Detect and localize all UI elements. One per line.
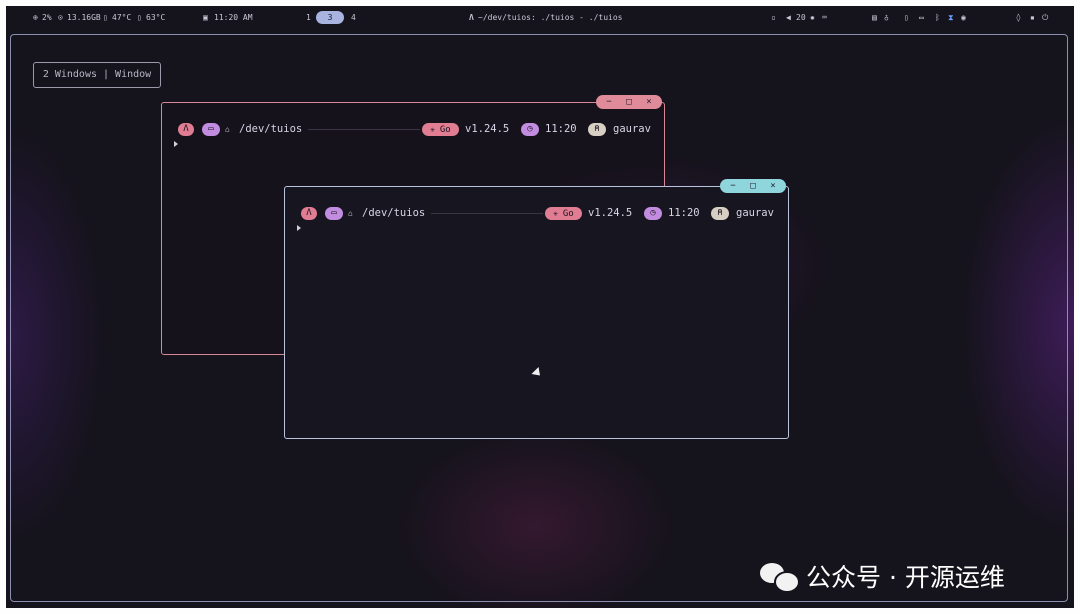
terminal-window-front[interactable]: − □ × Λ ▭ ⌂ /dev/tuios ✳ Go v1.24.5 ◷ 11… — [284, 179, 789, 439]
minimize-button[interactable]: − — [599, 95, 619, 109]
go-icon: ✳ — [430, 125, 440, 134]
window-count-indicator: 2 Windows | Window — [33, 62, 161, 88]
keyboard-icon[interactable]: ⌨ — [822, 13, 827, 22]
hourglass-icon[interactable]: ⧗ — [948, 13, 954, 23]
prompt-user: gaurav — [613, 123, 651, 135]
current-path: /dev/tuios — [362, 207, 426, 219]
brightness-icon[interactable]: ✹ — [810, 13, 815, 22]
window-controls: − □ × — [720, 179, 786, 193]
workspace-3-active[interactable]: 3 — [316, 11, 344, 24]
window-square-icon[interactable]: ▫ — [771, 13, 776, 22]
prompt-user: gaurav — [736, 207, 774, 219]
home-icon: ⌂ — [348, 209, 353, 218]
go-language-badge: ✳ Go — [545, 207, 582, 220]
go-version: v1.24.5 — [588, 207, 633, 219]
cpu-icon: ⊕ — [33, 13, 38, 22]
minimize-button[interactable]: − — [723, 179, 743, 193]
workspace-4[interactable]: 4 — [351, 13, 356, 22]
clock-icon: ◷ — [521, 123, 539, 136]
prompt-time: 11:20 — [545, 123, 577, 135]
volume-level: 20 — [796, 13, 806, 22]
network-icon[interactable]: ◉ — [961, 13, 966, 22]
window-controls: − □ × — [596, 95, 662, 109]
watermark: 公众号 · 开源运维 — [760, 559, 1005, 593]
go-icon: ✳ — [553, 209, 563, 218]
watermark-text: 公众号 · 开源运维 — [806, 563, 1005, 592]
user-icon: ⍝ — [711, 207, 729, 220]
maximize-button[interactable]: □ — [743, 179, 763, 193]
folder-icon: ▭ — [202, 123, 220, 136]
go-language-badge: ✳ Go — [422, 123, 459, 136]
power-icon[interactable]: ⏻ — [1042, 13, 1048, 23]
thermometer-icon: ▯ — [137, 13, 142, 22]
temperature-gpu: 63°C — [146, 13, 166, 22]
close-button[interactable]: × — [639, 95, 659, 109]
shell-prompt: Λ ▭ ⌂ /dev/tuios ✳ Go v1.24.5 ◷ 11:20 ⍝ … — [295, 207, 778, 221]
thermometer-icon: ▯ — [103, 13, 108, 22]
notification-icon[interactable]: ◊ — [1016, 13, 1021, 22]
current-path: /dev/tuios — [239, 123, 303, 135]
clipboard-icon[interactable]: ▪ — [1030, 13, 1035, 22]
top-bar: ⊕ 2% ⊙ 13.16GB ▯ 47°C ▯ 63°C ▣ 11:20 AM … — [6, 6, 1074, 30]
arch-logo-icon: Λ — [469, 13, 474, 22]
workspace-1[interactable]: 1 — [306, 13, 311, 22]
prompt-caret-icon — [297, 225, 301, 231]
maximize-button[interactable]: □ — [619, 95, 639, 109]
go-version: v1.24.5 — [465, 123, 510, 135]
cpu-usage: 2% — [42, 13, 52, 22]
home-icon: ⌂ — [225, 125, 230, 134]
bluetooth-icon[interactable]: ᛒ — [935, 13, 940, 22]
close-button[interactable]: × — [763, 179, 783, 193]
calendar-icon: ▣ — [203, 13, 208, 22]
prompt-caret-icon — [174, 141, 178, 147]
folder-icon: ▭ — [325, 207, 343, 220]
clock[interactable]: 11:20 AM — [214, 13, 253, 22]
screenshot-icon[interactable]: ▤ — [872, 13, 877, 22]
shell-prompt: Λ ▭ ⌂ /dev/tuios ✳ Go v1.24.5 ◷ 11:20 ⍝ … — [172, 123, 654, 137]
memory-usage: 13.16GB — [67, 13, 101, 22]
clock-icon: ◷ — [644, 207, 662, 220]
wechat-icon — [760, 561, 800, 593]
arch-logo-icon: Λ — [301, 207, 317, 220]
prompt-divider — [431, 213, 543, 214]
user-icon: ⍝ — [588, 123, 606, 136]
arch-logo-icon: Λ — [178, 123, 194, 136]
microphone-icon[interactable]: ♁ — [884, 13, 889, 22]
window-title: ~/dev/tuios: ./tuios - ./tuios — [478, 13, 623, 22]
desktop: ⊕ 2% ⊙ 13.16GB ▯ 47°C ▯ 63°C ▣ 11:20 AM … — [6, 6, 1074, 608]
display-icon[interactable]: ▭ — [919, 13, 924, 22]
prompt-time: 11:20 — [668, 207, 700, 219]
prompt-divider — [308, 129, 420, 130]
volume-icon[interactable]: ◀ — [786, 13, 791, 22]
phone-icon[interactable]: ▯ — [904, 13, 909, 22]
memory-icon: ⊙ — [58, 13, 63, 22]
temperature-cpu: 47°C — [112, 13, 132, 22]
